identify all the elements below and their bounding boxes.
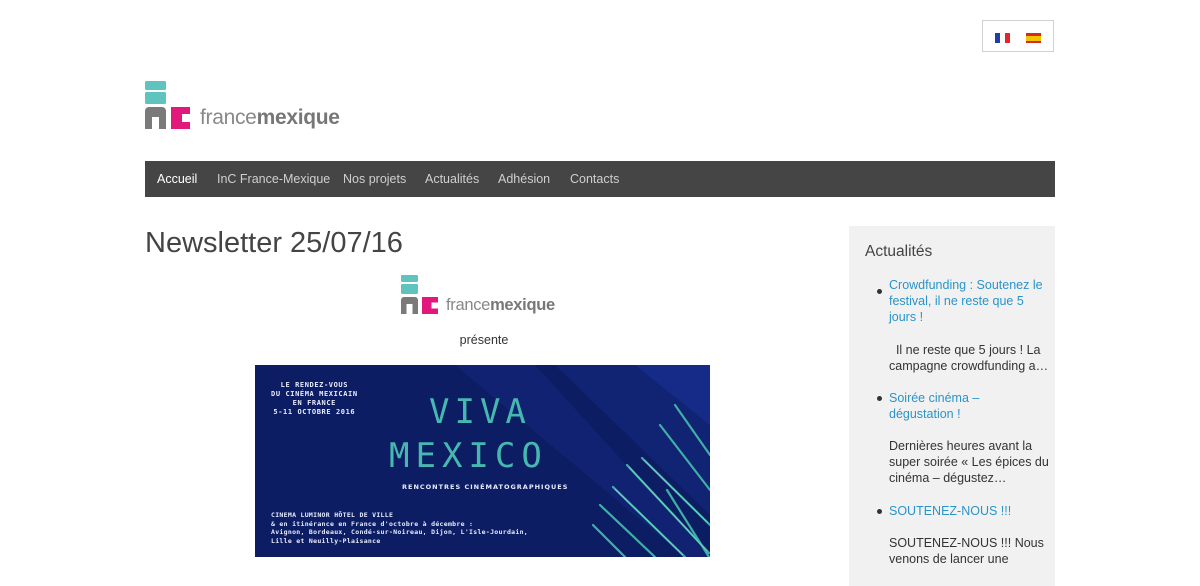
banner-subtitle: RENCONTRES CINÉMATOGRAPHIQUES	[402, 483, 569, 491]
page-title: Newsletter 25/07/16	[145, 227, 403, 259]
logo-wordmark: francemexique	[446, 296, 555, 314]
content-logo: francemexique	[401, 275, 561, 315]
news-excerpt: SOUTENEZ-NOUS !!! Nous venons de lancer …	[889, 536, 1044, 566]
nav-item-adhesion[interactable]: Adhésion	[498, 161, 550, 197]
sidebar-title: Actualités	[865, 243, 933, 260]
site-logo[interactable]: francemexique	[145, 81, 345, 131]
nav-item-nos-projets[interactable]: Nos projets	[343, 161, 406, 197]
logo-mark-icon	[401, 275, 438, 314]
news-link[interactable]: Soirée cinéma – dégustation !	[889, 390, 1044, 422]
banner-title-mexico: MEXICO	[389, 436, 548, 476]
presente-text: présente	[459, 333, 509, 347]
news-link[interactable]: Crowdfunding : Soutenez le festival, il …	[889, 277, 1044, 325]
news-excerpt: Dernières heures avant la super soirée «…	[889, 439, 1049, 485]
banner-venue-text: CINEMA LUMINOR HÔTEL DE VILLE & en itiné…	[271, 511, 529, 545]
main-navigation: Accueil InC France-Mexique Nos projets A…	[145, 161, 1055, 197]
language-switcher	[982, 20, 1054, 52]
list-bullet-icon	[877, 289, 882, 294]
french-flag-icon[interactable]	[995, 33, 1010, 43]
banner-title-viva: VIVA	[429, 392, 531, 432]
news-excerpt: Il ne reste que 5 jours ! La campagne cr…	[889, 343, 1049, 373]
logo-mark-icon	[145, 81, 190, 129]
nav-item-actualites[interactable]: Actualités	[425, 161, 479, 197]
list-bullet-icon	[877, 509, 882, 514]
nav-item-inc-france-mexique[interactable]: InC France-Mexique	[217, 161, 330, 197]
sidebar-actualites: Actualités Crowdfunding : Soutenez le fe…	[849, 226, 1055, 586]
news-link[interactable]: SOUTENEZ-NOUS !!!	[889, 503, 1044, 519]
banner-intro-text: LE RENDEZ-VOUS DU CINÉMA MEXICAIN EN FRA…	[271, 381, 358, 416]
nav-item-accueil[interactable]: Accueil	[157, 161, 197, 197]
spanish-flag-icon[interactable]	[1026, 33, 1041, 43]
viva-mexico-banner[interactable]: LE RENDEZ-VOUS DU CINÉMA MEXICAIN EN FRA…	[255, 365, 710, 557]
list-bullet-icon	[877, 396, 882, 401]
nav-item-contacts[interactable]: Contacts	[570, 161, 619, 197]
logo-wordmark: francemexique	[200, 106, 340, 129]
